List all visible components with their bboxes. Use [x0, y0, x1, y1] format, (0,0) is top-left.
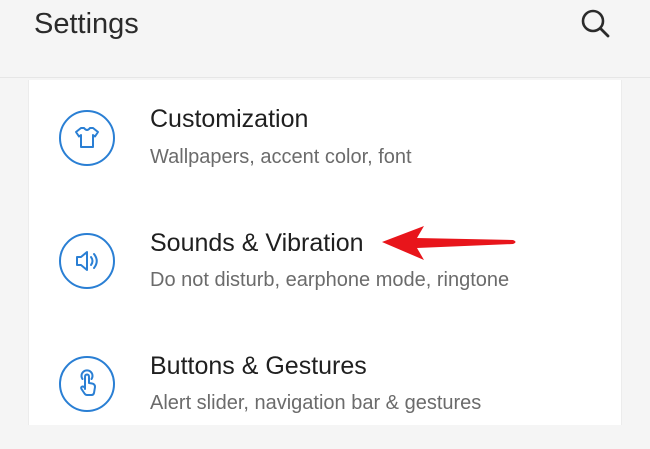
settings-item-subtitle: Wallpapers, accent color, font — [150, 146, 412, 168]
search-icon — [581, 9, 610, 38]
page-title: Settings — [34, 8, 139, 40]
app-header: Settings — [0, 0, 650, 78]
settings-item-customization[interactable]: Customization Wallpapers, accent color, … — [29, 80, 621, 203]
customization-icon-circle — [59, 110, 115, 166]
settings-item-title: Customization — [150, 105, 309, 133]
search-button[interactable] — [576, 4, 616, 44]
settings-item-subtitle: Alert slider, navigation bar & gestures — [150, 392, 482, 414]
gestures-icon-circle — [59, 356, 115, 412]
annotation-arrow — [382, 226, 516, 260]
tap-gesture-icon — [80, 369, 96, 396]
settings-item-subtitle: Do not disturb, earphone mode, ringtone — [150, 269, 510, 291]
settings-item-title: Buttons & Gestures — [150, 352, 367, 380]
settings-list: Customization Wallpapers, accent color, … — [28, 80, 622, 425]
tshirt-icon — [75, 127, 99, 148]
arrow-shape — [382, 226, 516, 260]
speaker-icon — [76, 251, 98, 271]
settings-item-title: Sounds & Vibration — [150, 229, 364, 257]
settings-item-sounds-vibration[interactable]: Sounds & Vibration Do not disturb, earph… — [29, 203, 621, 326]
settings-item-buttons-gestures[interactable]: Buttons & Gestures Alert slider, navigat… — [29, 326, 621, 449]
sounds-icon-circle — [59, 233, 115, 289]
